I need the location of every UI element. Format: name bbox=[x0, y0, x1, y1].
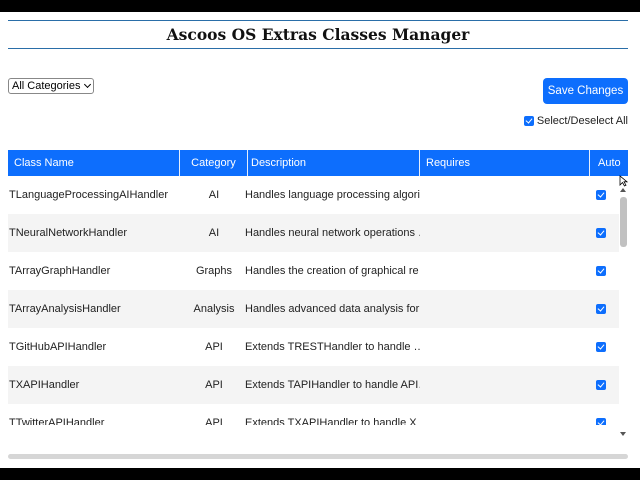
table-row[interactable]: TXAPIHandler API Extends TAPIHandler to ha… bbox=[8, 366, 628, 404]
cell-description: Handles language processing algori… bbox=[245, 189, 420, 201]
scroll-down-arrow-icon[interactable] bbox=[620, 432, 626, 436]
cell-requires bbox=[420, 328, 590, 366]
app-window: Ascoos OS Extras Classes Manager All Cat… bbox=[0, 12, 640, 468]
mouse-cursor-icon bbox=[619, 175, 628, 187]
cell-category: Analysis bbox=[193, 303, 235, 315]
table-horizontal-scrollbar[interactable] bbox=[8, 454, 628, 459]
page-header: Ascoos OS Extras Classes Manager bbox=[8, 20, 628, 49]
cell-description: Handles the creation of graphical re… bbox=[245, 265, 420, 277]
cell-requires bbox=[420, 214, 590, 252]
column-header-description[interactable]: Description bbox=[245, 150, 420, 176]
cell-requires bbox=[420, 176, 590, 214]
auto-checkbox[interactable] bbox=[596, 418, 606, 425]
auto-checkbox[interactable] bbox=[596, 190, 606, 200]
table-row[interactable]: TTwitterAPIHandler API Extends TXAPIHandle… bbox=[8, 404, 628, 425]
table-row[interactable]: TNeuralNetworkHandler AI Handles neural ne… bbox=[8, 214, 628, 252]
table-body: TLanguageProcessingAIHandler AI Handles la… bbox=[8, 176, 628, 425]
auto-checkbox[interactable] bbox=[596, 266, 606, 276]
cell-description: Extends TAPIHandler to handle API… bbox=[245, 379, 420, 391]
auto-checkbox[interactable] bbox=[596, 380, 606, 390]
cell-category: API bbox=[205, 341, 223, 353]
cell-requires bbox=[420, 366, 590, 404]
cell-description: Extends TXAPIHandler to handle X … bbox=[245, 417, 420, 425]
cell-class-name: TXAPIHandler bbox=[9, 379, 80, 391]
column-header-requires[interactable]: Requires bbox=[420, 150, 590, 176]
cell-requires bbox=[420, 404, 590, 425]
auto-checkbox[interactable] bbox=[596, 342, 606, 352]
cell-auto bbox=[590, 404, 612, 425]
column-header-category[interactable]: Category bbox=[180, 150, 248, 176]
cell-requires bbox=[420, 252, 590, 290]
cell-category: API bbox=[205, 379, 223, 391]
select-all-label: Select/Deselect All bbox=[536, 115, 628, 127]
scroll-up-arrow-icon[interactable] bbox=[620, 188, 626, 192]
cell-auto bbox=[590, 176, 612, 214]
cell-category: AI bbox=[208, 189, 220, 201]
cell-auto bbox=[590, 328, 612, 366]
cell-auto bbox=[590, 252, 612, 290]
cell-class-name: TTwitterAPIHandler bbox=[9, 417, 105, 425]
cell-class-name: TLanguageProcessingAIHandler bbox=[9, 189, 168, 201]
cell-requires bbox=[420, 290, 590, 328]
cell-class-name: TArrayGraphHandler bbox=[9, 265, 111, 277]
save-changes-button[interactable]: Save Changes bbox=[543, 78, 628, 104]
cell-class-name: TNeuralNetworkHandler bbox=[9, 227, 127, 239]
table-vertical-scrollbar[interactable] bbox=[619, 186, 628, 438]
column-header-auto[interactable]: Auto bbox=[590, 150, 628, 176]
chevron-down-icon bbox=[84, 80, 92, 89]
category-filter-select[interactable]: All Categories bbox=[8, 78, 95, 94]
cell-auto bbox=[590, 290, 612, 328]
table-row[interactable]: TArrayAnalysisHandler Analysis Handles adv… bbox=[8, 290, 628, 328]
cell-auto bbox=[590, 366, 612, 404]
select-all-checkbox[interactable] bbox=[523, 116, 534, 126]
column-header-class-name[interactable]: Class Name bbox=[8, 150, 180, 176]
cell-description: Handles advanced data analysis for… bbox=[245, 303, 420, 315]
category-filter-value: All Categories bbox=[12, 80, 81, 92]
cell-class-name: TGitHubAPIHandler bbox=[9, 341, 107, 353]
cell-class-name: TArrayAnalysisHandler bbox=[9, 303, 121, 315]
cell-category: Graphs bbox=[195, 265, 233, 277]
auto-checkbox[interactable] bbox=[596, 304, 606, 314]
classes-table: Class Name Category Description Requires… bbox=[8, 150, 628, 425]
page-title: Ascoos OS Extras Classes Manager bbox=[166, 25, 470, 44]
table-row[interactable]: TLanguageProcessingAIHandler AI Handles la… bbox=[8, 176, 628, 214]
cell-auto bbox=[590, 214, 612, 252]
select-all-toggle[interactable]: Select/Deselect All bbox=[523, 115, 628, 127]
cell-category: API bbox=[205, 417, 223, 425]
cell-category: AI bbox=[208, 227, 220, 239]
auto-checkbox[interactable] bbox=[596, 228, 606, 238]
table-row[interactable]: TGitHubAPIHandler API Extends TRESTHandler… bbox=[8, 328, 628, 366]
scrollbar-thumb[interactable] bbox=[620, 197, 627, 247]
table-header: Class Name Category Description Requires… bbox=[8, 150, 628, 176]
cell-description: Handles neural network operations … bbox=[245, 227, 420, 239]
table-row[interactable]: TArrayGraphHandler Graphs Handles the crea… bbox=[8, 252, 628, 290]
cell-description: Extends TRESTHandler to handle … bbox=[245, 341, 420, 353]
